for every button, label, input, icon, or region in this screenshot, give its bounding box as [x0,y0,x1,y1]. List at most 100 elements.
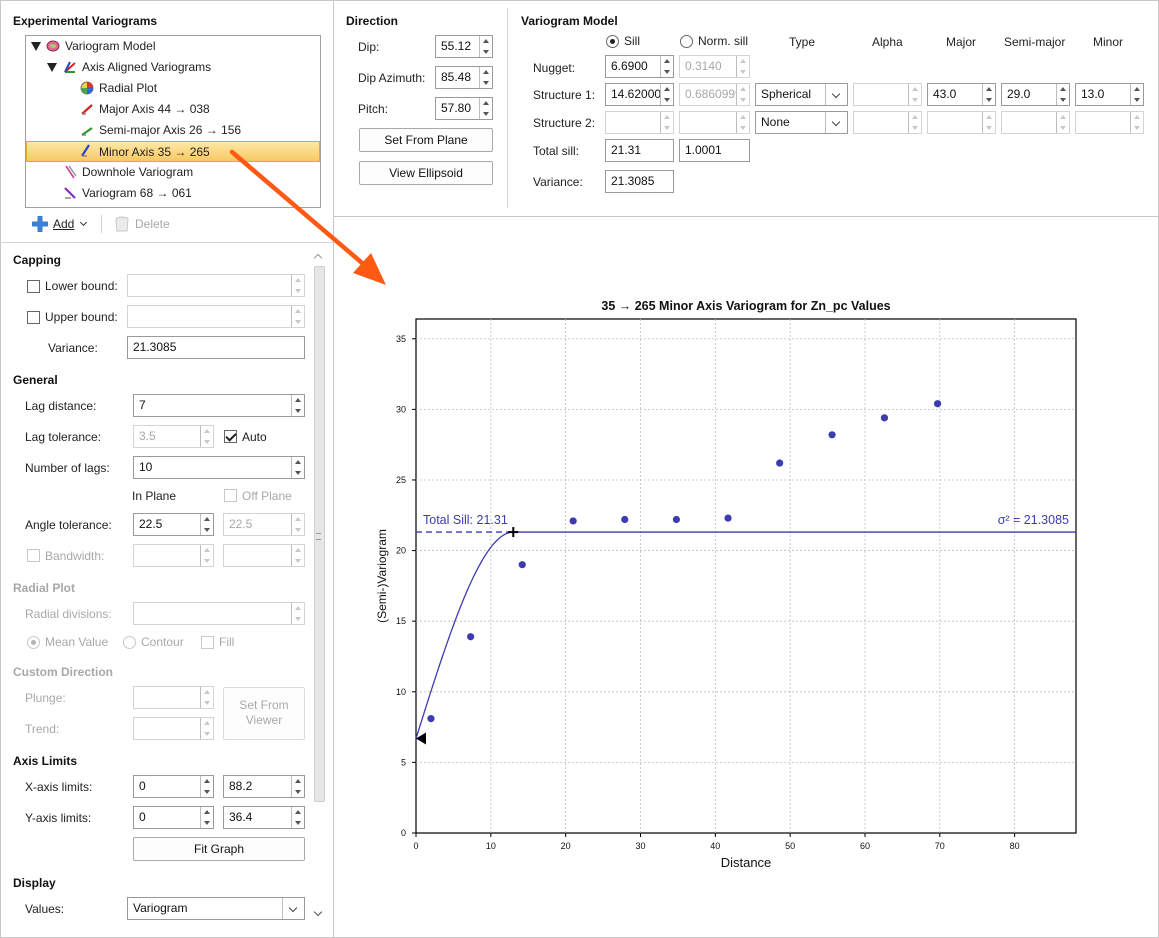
y-tick-label: 35 [396,334,406,344]
left-panel-scrollbar[interactable] [312,253,326,918]
capping-variance-label: Variance: [48,341,98,355]
data-point [724,514,732,522]
tree-item-radial-plot[interactable]: Radial Plot [26,78,320,99]
nugget-sill-input[interactable]: 6.6900 [605,55,674,78]
y-min-input[interactable]: 0 [133,806,214,829]
y-tick-label: 15 [396,616,406,626]
bandwidth-in-input[interactable] [133,544,214,567]
tree-item-label: Radial Plot [99,81,158,95]
tree-item-semi-major-axis[interactable]: Semi-major Axis 26 → 156 [26,120,320,141]
set-from-viewer-button[interactable]: Set From Viewer [223,687,305,740]
expand-icon[interactable] [47,63,57,72]
bandwidth-label: Bandwidth: [45,549,105,563]
structure2-major-input[interactable] [927,111,996,134]
radial-plot-icon [80,81,94,95]
major-header: Major [946,35,977,49]
values-select[interactable]: Variogram [127,897,305,920]
num-lags-input[interactable]: 10 [133,456,305,479]
dip-azimuth-input[interactable]: 85.48 [435,66,493,89]
radial-divisions-input[interactable] [133,602,305,625]
off-plane-checkbox[interactable] [224,489,237,502]
nugget-norm-input[interactable]: 0.3140 [679,55,750,78]
pitch-label: Pitch: [358,102,389,116]
nugget-label: Nugget: [533,61,576,75]
structure2-alpha-input[interactable] [853,111,922,134]
lag-tolerance-input[interactable]: 3.5 [133,425,214,448]
lag-distance-label: Lag distance: [25,399,97,413]
minor-axis-icon [81,144,90,157]
structure2-type-select[interactable]: None [755,111,848,134]
bandwidth-checkbox[interactable] [27,549,40,562]
mean-value-radio[interactable] [27,636,40,649]
x-tick-label: 40 [710,841,720,851]
model-variance-field: 21.3085 [605,170,674,193]
structure2-minor-input[interactable] [1075,111,1144,134]
structure1-minor-input[interactable]: 13.0 [1075,83,1144,106]
structure2-label: Structure 2: [533,116,596,130]
pitch-input[interactable]: 57.80 [435,97,493,120]
norm-sill-label: Norm. sill [698,34,748,48]
y-max-input[interactable]: 36.4 [223,806,305,829]
dip-input[interactable]: 55.12 [435,35,493,58]
angle-tolerance-input[interactable]: 22.5 [133,513,214,536]
plunge-label: Plunge: [25,691,66,705]
x-max-input[interactable]: 88.2 [223,775,305,798]
structure2-norm-input[interactable] [679,111,750,134]
variance-annotation: σ² = 21.3085 [998,513,1069,527]
x-tick-label: 10 [486,841,496,851]
auto-checkbox[interactable] [224,430,237,443]
data-point [880,414,889,422]
angle-tolerance-off-input[interactable]: 22.5 [223,513,305,536]
x-tick-label: 20 [561,841,571,851]
contour-radio[interactable] [123,636,136,649]
structure1-major-input[interactable]: 43.0 [927,83,996,106]
data-point [776,459,784,467]
display-title: Display [13,876,56,890]
x-min-input[interactable]: 0 [133,775,214,798]
variogram-chart[interactable]: 0 10 20 30 40 50 60 70 80 0 5 10 15 20 25 30 35 35 → 265… [334,217,1159,937]
tree-item-axis-aligned[interactable]: Axis Aligned Variograms [26,57,320,78]
sill-radio[interactable] [606,35,619,48]
tree-item-variogram-model[interactable]: Variogram Model [26,36,320,57]
off-plane-label: Off Plane [242,489,292,503]
norm-sill-radio[interactable] [680,35,693,48]
y-axis-label: (Semi-)Variogram [375,529,389,623]
plot-area [415,318,1077,834]
expand-icon[interactable] [31,42,41,51]
data-point [569,517,577,525]
lower-bound-label: Lower bound: [45,279,118,293]
lag-distance-input[interactable]: 7 [133,394,305,417]
plunge-input[interactable] [133,686,214,709]
structure1-norm-input[interactable]: 0.6860999 [679,83,750,106]
structure2-sill-input[interactable] [605,111,674,134]
structure1-label: Structure 1: [533,88,596,102]
lower-bound-checkbox[interactable] [27,280,40,293]
toolbar-divider [101,215,102,233]
fill-checkbox[interactable] [201,636,214,649]
total-sill-label: Total sill: [533,144,580,158]
upper-bound-checkbox[interactable] [27,311,40,324]
fit-graph-button[interactable]: Fit Graph [133,837,305,861]
dip-azimuth-label: Dip Azimuth: [358,71,426,85]
radial-divisions-label: Radial divisions: [25,607,112,621]
tree-item-label: Downhole Variogram [82,165,194,179]
x-tick-label: 60 [860,841,870,851]
semi-major-axis-icon [81,127,93,136]
tree-item-major-axis[interactable]: Major Axis 44 → 038 [26,99,320,120]
add-button[interactable]: Add [31,214,93,234]
tree-item-label: Major Axis 44 → 038 [99,102,210,116]
structure1-sill-input[interactable]: 14.620000 [605,83,674,106]
structure1-alpha-input[interactable] [853,83,922,106]
structure1-semi-major-input[interactable]: 29.0 [1001,83,1070,106]
delete-button[interactable]: Delete [114,214,174,234]
structure1-type-select[interactable]: Spherical [755,83,848,106]
plus-icon [32,216,48,232]
upper-bound-input[interactable] [127,305,305,328]
radial-plot-title: Radial Plot [13,581,76,595]
axis-aligned-icon [64,61,76,73]
values-label: Values: [25,902,65,916]
tree-item-label: Variogram Model [65,39,156,53]
trend-input[interactable] [133,717,214,740]
bandwidth-off-input[interactable] [223,544,305,567]
structure2-semi-major-input[interactable] [1001,111,1070,134]
